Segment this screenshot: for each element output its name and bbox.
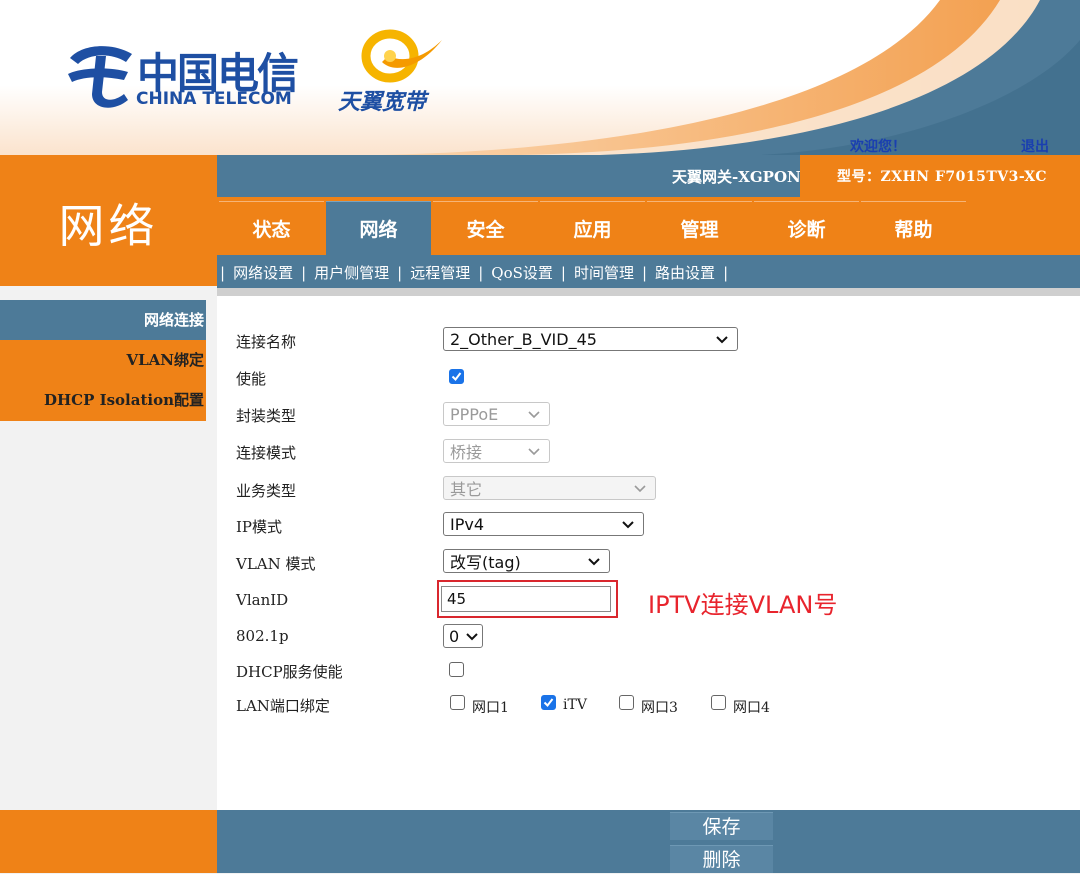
tab-network[interactable]: 网络	[326, 201, 431, 255]
sub-nav-bottom-divider	[217, 288, 1080, 296]
subnav-qos-settings[interactable]: QoS设置	[491, 262, 553, 283]
lan-port-4-checkbox[interactable]	[711, 695, 726, 710]
footer-bar	[217, 810, 1080, 873]
subnav-network-settings[interactable]: 网络设置	[233, 262, 293, 283]
vlan-mode-value: 改写(tag)	[450, 553, 521, 572]
vlan-id-label: VlanID	[236, 591, 289, 609]
encapsulation-select: PPPoE	[443, 402, 550, 426]
chevron-down-icon	[634, 485, 646, 493]
sub-nav-items: | 网络设置 | 用户侧管理 | 远程管理 | QoS设置 | 时间管理 | 路…	[220, 262, 736, 283]
sub-nav-separator: |	[301, 263, 307, 282]
welcome-text: 欢迎您！	[850, 139, 906, 155]
sub-nav-separator: |	[397, 263, 403, 282]
connection-mode-select: 桥接	[443, 439, 550, 463]
footer-left-panel	[0, 810, 217, 873]
enable-label: 使能	[236, 370, 267, 388]
tab-diagnosis[interactable]: 诊断	[754, 201, 859, 255]
brand-en: CHINA TELECOM	[136, 89, 292, 109]
sidebar-item-vlan-binding[interactable]: VLAN绑定	[0, 340, 206, 380]
dot1p-label: 802.1p	[236, 627, 289, 645]
tab-status[interactable]: 状态	[219, 201, 324, 255]
lan-port-itv-checkbox[interactable]	[541, 695, 556, 710]
sidebar-item-network-connection[interactable]: 网络连接	[0, 300, 206, 340]
lan-port-4-label: 网口4	[733, 700, 770, 716]
ip-mode-label: IP模式	[236, 518, 283, 536]
dot1p-select[interactable]: 0	[443, 624, 483, 648]
enable-checkbox[interactable]	[449, 369, 464, 384]
sub-nav-separator: |	[220, 263, 226, 282]
vlan-mode-label: VLAN 模式	[236, 555, 316, 573]
gateway-name: 天翼网关-XGPON	[672, 168, 801, 186]
lan-port-3-checkbox[interactable]	[619, 695, 634, 710]
logout-link[interactable]: 退出	[1021, 136, 1049, 156]
checkmark-icon	[543, 698, 554, 708]
sidebar-item-dhcp-isolation[interactable]: DHCP Isolation配置	[0, 380, 206, 421]
section-title: 网络	[58, 199, 159, 253]
content-panel	[217, 296, 1080, 810]
model-text: 型号：ZXHN F7015TV3-XC	[837, 169, 1047, 185]
encapsulation-value: PPPoE	[450, 404, 499, 424]
lan-port-itv-label: iTV	[563, 697, 587, 713]
tianyi-logo-icon	[361, 29, 442, 83]
lan-binding-label: LAN端口绑定	[236, 697, 330, 715]
chevron-down-icon	[466, 633, 478, 641]
tab-management[interactable]: 管理	[647, 201, 752, 255]
save-button[interactable]: 保存	[670, 812, 773, 840]
encapsulation-label: 封装类型	[236, 407, 297, 425]
subnav-remote-management[interactable]: 远程管理	[410, 262, 470, 283]
delete-button[interactable]: 删除	[670, 845, 773, 873]
ip-mode-select[interactable]: IPv4	[443, 512, 644, 536]
dhcp-service-label: DHCP服务使能	[236, 663, 343, 681]
sub-nav-separator: |	[723, 263, 729, 282]
header-banner: 中国电信 CHINA TELECOM 天翼宽带	[0, 0, 1080, 155]
lan-port-3-label: 网口3	[641, 700, 678, 716]
service-type-select: 其它	[443, 476, 656, 500]
sub-nav-separator: |	[560, 263, 566, 282]
chevron-down-icon	[588, 558, 600, 566]
tab-security[interactable]: 安全	[433, 201, 538, 255]
connection-mode-value: 桥接	[450, 443, 483, 462]
ip-mode-value: IPv4	[450, 514, 485, 534]
connection-name-value: 2_Other_B_VID_45	[450, 329, 597, 349]
sub-nav-separator: |	[478, 263, 484, 282]
side-menu-gap	[0, 286, 217, 298]
tab-application[interactable]: 应用	[540, 201, 645, 255]
sub-nav-separator: |	[641, 263, 648, 282]
subnav-time-management[interactable]: 时间管理	[574, 262, 634, 283]
subnav-user-side-management[interactable]: 用户侧管理	[314, 262, 389, 283]
dhcp-service-checkbox[interactable]	[449, 662, 464, 677]
lan-port-1-checkbox[interactable]	[450, 695, 465, 710]
annotation-text: IPTV连接VLAN号	[648, 591, 838, 619]
dot1p-value: 0	[449, 626, 460, 646]
connection-name-select[interactable]: 2_Other_B_VID_45	[443, 327, 738, 351]
checkmark-icon	[451, 372, 462, 382]
chevron-down-icon	[716, 336, 728, 344]
annotation-highlight-box	[437, 580, 618, 618]
service-type-label: 业务类型	[236, 482, 297, 500]
vlan-mode-select[interactable]: 改写(tag)	[443, 549, 610, 573]
subnav-route-settings[interactable]: 路由设置	[655, 262, 715, 283]
service-type-value: 其它	[450, 480, 483, 499]
chevron-down-icon	[622, 521, 634, 529]
chevron-down-icon	[528, 448, 540, 456]
lan-port-1-label: 网口1	[472, 700, 509, 716]
connection-name-label: 连接名称	[236, 333, 297, 351]
sub-brand: 天翼宽带	[338, 90, 427, 115]
connection-mode-label: 连接模式	[236, 444, 297, 462]
chevron-down-icon	[528, 411, 540, 419]
china-telecom-logo-icon	[68, 46, 132, 108]
tab-help[interactable]: 帮助	[861, 201, 966, 255]
